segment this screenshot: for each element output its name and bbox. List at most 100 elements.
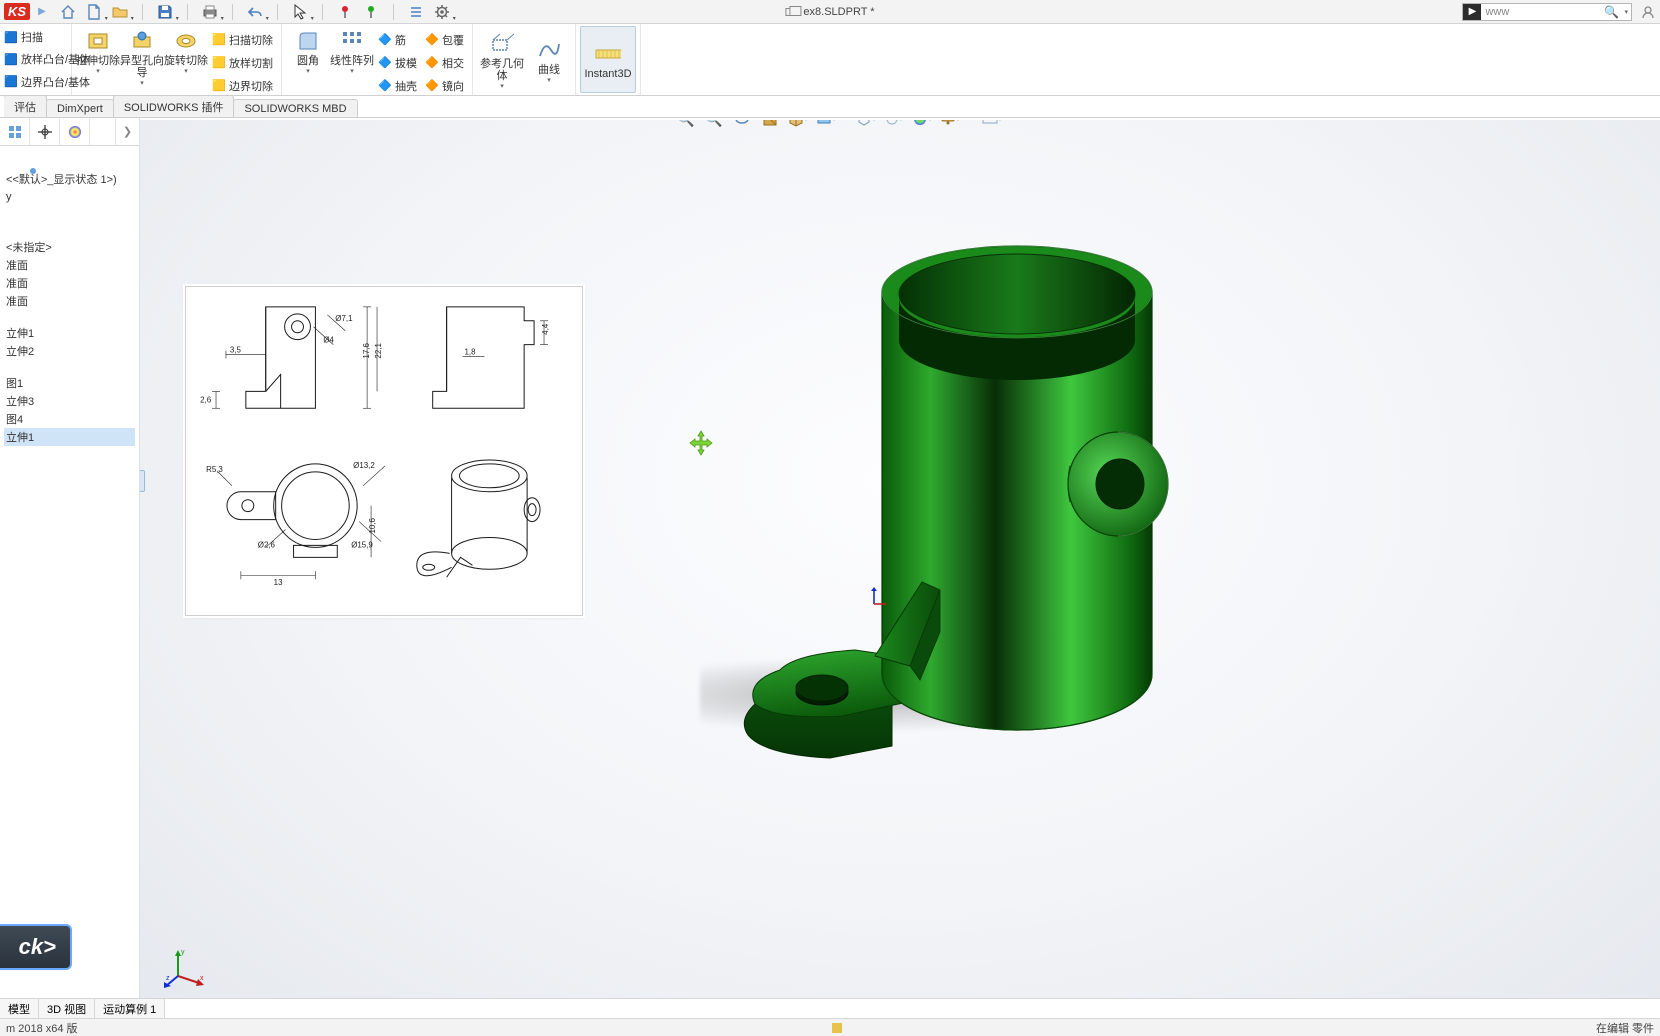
bp-dim: 4,4 [541, 323, 550, 335]
bp-dim: 1,8 [465, 348, 477, 357]
view-orientation-icon[interactable]: ▾ [788, 120, 808, 129]
status-version: m 2018 x64 版 [6, 1020, 78, 1036]
search-input[interactable] [1481, 6, 1601, 18]
panel-breadcrumb [0, 146, 139, 164]
window-restore-icon[interactable] [785, 8, 795, 16]
tab-sw-mbd[interactable]: SOLIDWORKS MBD [233, 99, 357, 117]
blueprint-inset: 3,5 2,6 17,6 22,1 1,8 4,4 Ø2,6 R5,3 Ø13,… [185, 286, 583, 616]
panel-tab-feature-tree-icon[interactable] [0, 118, 30, 145]
document-title-area: ex8.SLDPRT * [785, 6, 874, 18]
model-3d[interactable] [570, 180, 1210, 780]
instant3d-button[interactable]: Instant3D [580, 26, 636, 93]
new-file-icon[interactable]: ▾ [86, 4, 102, 20]
tree-item[interactable] [4, 206, 135, 224]
wrap-button[interactable]: 🔶包覆 [425, 28, 464, 51]
graphics-viewport[interactable]: 🔍 🔍 ▾ ▾ ▾ ▾ ▾ ▾ ▾ [140, 120, 1660, 1018]
draft-button[interactable]: 🔷拔模 [378, 51, 417, 74]
mirror-button[interactable]: 🔶镜向 [425, 74, 464, 97]
curves-button[interactable]: 曲线▾ [527, 35, 571, 84]
panel-tab-config-icon[interactable] [60, 118, 90, 145]
print-icon[interactable]: ▾ [202, 4, 218, 20]
user-icon[interactable] [1640, 4, 1656, 20]
panel-tab-strip: ❯ [0, 118, 139, 146]
linear-pattern-button[interactable]: 线性阵列▾ [330, 26, 374, 75]
hole-wizard-button[interactable]: 异型孔向导▾ [120, 26, 164, 87]
reference-geometry-button[interactable]: 参考几何体▾ [477, 29, 527, 90]
bottom-tab-model[interactable]: 模型 [0, 999, 39, 1019]
play-icon[interactable]: ▶ [38, 6, 46, 17]
traffic-green-icon[interactable] [363, 4, 379, 20]
swept-boss-button[interactable]: 🟦扫描 [4, 26, 43, 48]
bp-dim: Ø13,2 [353, 461, 375, 470]
heads-up-toolbar: 🔍 🔍 ▾ ▾ ▾ ▾ ▾ ▾ ▾ [670, 120, 1008, 132]
tree-item-plane[interactable]: 准面 [4, 292, 135, 310]
tree-item-plane[interactable]: 准面 [4, 274, 135, 292]
apply-scene-icon[interactable]: ▾ [912, 120, 932, 129]
section-view-icon[interactable] [760, 120, 780, 129]
fillet-button[interactable]: 圆角▾ [286, 26, 330, 75]
bp-dim: 10,6 [368, 517, 377, 533]
tree-item-plane[interactable]: 准面 [4, 256, 135, 274]
feature-tree[interactable]: <<默认>_显示状态 1>) y <未指定> 准面 准面 准面 立伸1 立伸2 … [0, 164, 139, 450]
traffic-red-icon[interactable] [337, 4, 353, 20]
zoom-fit-icon[interactable]: 🔍 [676, 120, 696, 129]
extrude-cut-button[interactable]: 拉伸切除▾ [76, 26, 120, 75]
breadcrumb-dot-icon [30, 168, 36, 174]
status-edit-mode: 在编辑 零件 [1596, 1020, 1654, 1036]
tree-item-sketch[interactable]: 图4 [4, 410, 135, 428]
home-icon[interactable] [60, 4, 76, 20]
undo-icon[interactable]: ▾ [247, 4, 263, 20]
revolve-cut-button[interactable]: 旋转切除▾ [164, 26, 208, 75]
ribbon-group-boss: 🟦扫描 🟦放样凸台/基体 🟦边界凸台/基体 [0, 24, 72, 95]
tab-evaluate[interactable]: 评估 [4, 95, 47, 117]
rib-button[interactable]: 🔷筋 [378, 28, 406, 51]
list-icon[interactable] [408, 4, 424, 20]
tab-dimxpert[interactable]: DimXpert [46, 99, 114, 117]
tree-display-state[interactable]: <<默认>_显示状态 1>) [4, 170, 135, 188]
tree-item-extrude-selected[interactable]: 立伸1 [4, 428, 135, 446]
previous-view-icon[interactable] [732, 120, 752, 129]
panel-tab-property-icon[interactable] [30, 118, 60, 145]
ribbon-tabs: 评估 DimXpert SOLIDWORKS 插件 SOLIDWORKS MBD [0, 96, 1660, 118]
search-area: ▶ 🔍 ▾ [1462, 3, 1656, 21]
splitter-handle[interactable] [140, 470, 145, 492]
view-orientation-triad[interactable]: y x z [164, 946, 208, 990]
display-style-icon[interactable]: ▾ [816, 120, 836, 129]
bp-dim: 2,6 [200, 395, 212, 404]
tree-item-extrude[interactable]: 立伸2 [4, 342, 135, 360]
status-center-indicator-icon [832, 1023, 842, 1033]
tree-item-extrude[interactable]: 立伸1 [4, 324, 135, 342]
bp-dim: Ø4 [323, 336, 334, 345]
svg-text:z: z [166, 975, 170, 982]
tree-item-material[interactable]: <未指定> [4, 238, 135, 256]
search-box: ▶ 🔍 ▾ [1462, 3, 1632, 21]
boundary-cut-button[interactable]: 🟨边界切除 [212, 74, 273, 97]
save-icon[interactable]: ▾ [157, 4, 173, 20]
shell-button[interactable]: 🔷抽壳 [378, 74, 417, 97]
select-icon[interactable]: ▾ [292, 4, 308, 20]
quick-access-toolbar: ▾ ▾ ▾ ▾ ▾ ▾ ▾ [60, 4, 450, 20]
bottom-tab-3dview[interactable]: 3D 视图 [39, 999, 95, 1019]
search-prefix-icon[interactable]: ▶ [1463, 4, 1481, 20]
intersect-button[interactable]: 🔶相交 [425, 51, 464, 74]
view-settings-icon[interactable]: ▾ [940, 120, 960, 129]
bottom-tab-motion[interactable]: 运动算例 1 [95, 999, 165, 1019]
tree-item[interactable]: y [4, 188, 135, 206]
tree-item-extrude[interactable]: 立伸3 [4, 392, 135, 410]
edit-appearance-icon[interactable]: ▾ [884, 120, 904, 129]
zoom-area-icon[interactable]: 🔍 [704, 120, 724, 129]
lofted-cut-button[interactable]: 🟨放样切割 [212, 51, 273, 74]
bp-dim: R5,3 [206, 465, 223, 474]
panel-expand-icon[interactable]: ❯ [115, 118, 139, 145]
swept-cut-button[interactable]: 🟨扫描切除 [212, 28, 273, 51]
search-dropdown-icon[interactable]: ▾ [1621, 8, 1631, 16]
bp-dim: 17,6 [362, 343, 371, 359]
tree-item-sketch[interactable]: 图1 [4, 374, 135, 392]
tab-sw-addins[interactable]: SOLIDWORKS 插件 [113, 95, 235, 117]
render-tools-icon[interactable]: ▾ [982, 120, 1002, 129]
options-gear-icon[interactable]: ▾ [434, 4, 450, 20]
search-magnifier-icon[interactable]: 🔍 [1601, 5, 1621, 19]
open-file-icon[interactable]: ▾ [112, 4, 128, 20]
svg-text:x: x [200, 975, 204, 982]
hide-show-icon[interactable]: ▾ [856, 120, 876, 129]
